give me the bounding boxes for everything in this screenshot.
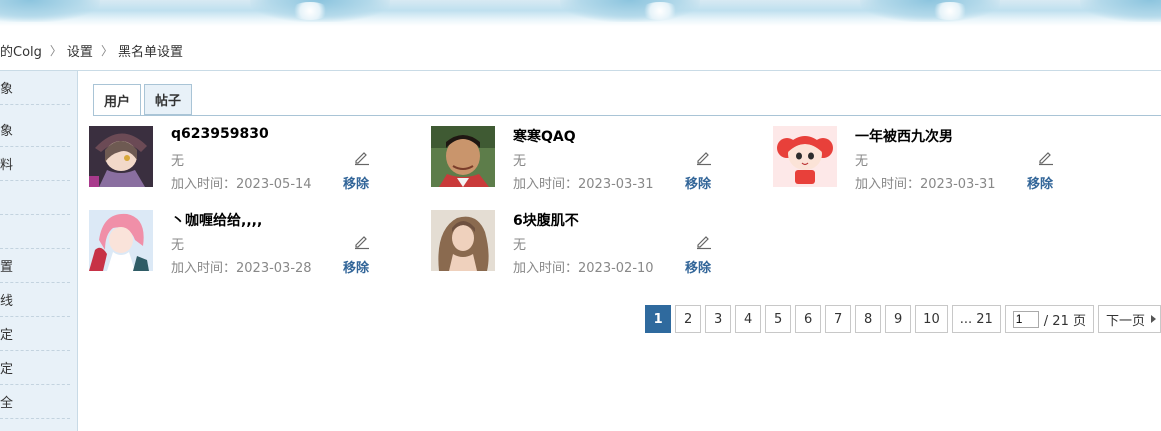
sidebar-item[interactable]: 象 — [0, 71, 70, 105]
banner-glint — [930, 2, 970, 20]
blocked-user-added-date: 加入时间：2023-03-31 — [513, 177, 654, 192]
avatar[interactable] — [431, 210, 495, 271]
blacklist-item: 寒寒QAQ 无 加入时间：2023-03-31 移除 — [431, 126, 771, 192]
blocked-user-name[interactable]: 丶咖喱给给,,,, — [171, 210, 262, 230]
page-button[interactable]: 5 — [765, 305, 792, 333]
breadcrumb-home-link[interactable]: 的Colg — [0, 41, 42, 60]
page-total: / 21 页 — [1043, 313, 1086, 329]
sidebar-item[interactable]: 定 — [0, 317, 70, 351]
sidebar-item[interactable]: 全 — [0, 385, 70, 419]
sidebar: 象 象 料 置 线 定 定 全 — [0, 71, 78, 431]
next-page-label: 下一页 — [1105, 313, 1145, 329]
blacklist-item: 丶咖喱给给,,,, 无 加入时间：2023-03-28 移除 — [89, 210, 429, 276]
header-banner — [0, 0, 1161, 26]
remove-button[interactable]: 移除 — [343, 257, 369, 276]
page-button[interactable]: 10 — [915, 305, 948, 333]
banner-wave — [0, 0, 100, 22]
sidebar-item[interactable]: 象 — [0, 113, 70, 147]
blocked-user-name[interactable]: q623959830 — [171, 126, 269, 142]
sidebar-item[interactable]: 线 — [0, 283, 70, 317]
tab-posts[interactable]: 帖子 — [144, 84, 193, 115]
breadcrumb-current: 黑名单设置 — [117, 44, 183, 60]
page-button[interactable]: 2 — [675, 305, 702, 333]
chevron-right-icon: 〉 — [100, 43, 113, 58]
chevron-right-icon: 〉 — [49, 43, 62, 58]
breadcrumb-settings-link[interactable]: 设置 — [67, 41, 93, 60]
page-button[interactable]: 3 — [705, 305, 732, 333]
main-content: 用户 帖子 q623959830 无 加入时间：2023-05-14 移除 寒寒… — [78, 71, 1161, 431]
blocked-user-name[interactable]: 一年被西九次男 — [855, 126, 953, 146]
page-button-current[interactable]: 1 — [645, 305, 672, 333]
sidebar-item-label: 置 — [0, 260, 14, 275]
blocked-user-name[interactable]: 6块腹肌不 — [513, 210, 579, 230]
blocked-user-note: 无 — [171, 238, 185, 253]
sidebar-item-label: 定 — [0, 362, 14, 377]
banner-glint — [290, 2, 330, 20]
page-button[interactable]: 9 — [885, 305, 912, 333]
edit-icon[interactable] — [353, 232, 371, 250]
avatar[interactable] — [89, 210, 153, 271]
sidebar-item[interactable] — [0, 215, 70, 249]
next-page-button[interactable]: 下一页 — [1097, 305, 1161, 333]
blocked-user-note: 无 — [513, 154, 527, 169]
remove-button[interactable]: 移除 — [685, 173, 711, 192]
blacklist-item: q623959830 无 加入时间：2023-05-14 移除 — [89, 126, 429, 192]
avatar[interactable] — [89, 126, 153, 187]
sidebar-item-label: 定 — [0, 328, 14, 343]
edit-icon[interactable] — [695, 232, 713, 250]
page-button[interactable]: 7 — [825, 305, 852, 333]
page-button[interactable]: 6 — [795, 305, 822, 333]
sidebar-item[interactable]: 定 — [0, 351, 70, 385]
breadcrumb: 的Colg 〉 设置 〉 黑名单设置 — [0, 40, 183, 60]
sidebar-item-label: 线 — [0, 294, 14, 309]
avatar[interactable] — [431, 126, 495, 187]
edit-icon[interactable] — [695, 148, 713, 166]
sidebar-item[interactable] — [0, 181, 70, 215]
remove-button[interactable]: 移除 — [343, 173, 369, 192]
tab-bar: 用户 帖子 — [93, 84, 195, 116]
blocked-user-name[interactable]: 寒寒QAQ — [513, 126, 576, 146]
blocked-user-note: 无 — [513, 238, 527, 253]
sidebar-item[interactable]: 置 — [0, 249, 70, 283]
page-jump: / 21 页 — [1004, 305, 1094, 333]
page-jump-input[interactable] — [1012, 310, 1039, 328]
blacklist-item: 一年被西九次男 无 加入时间：2023-03-31 移除 — [773, 126, 1113, 192]
page-button[interactable]: 8 — [855, 305, 882, 333]
blacklist-item: 6块腹肌不 无 加入时间：2023-02-10 移除 — [431, 210, 771, 276]
remove-button[interactable]: 移除 — [685, 257, 711, 276]
blocked-user-note: 无 — [855, 154, 869, 169]
blocked-user-added-date: 加入时间：2023-03-28 — [171, 261, 312, 276]
sidebar-item-label: 象 — [0, 124, 14, 139]
page-button[interactable]: 4 — [735, 305, 762, 333]
tab-underline — [93, 115, 1161, 116]
sidebar-item[interactable]: 料 — [0, 147, 70, 181]
caret-right-icon — [1151, 315, 1156, 323]
pagination: 1 2 3 4 5 6 7 8 9 10 ... 21 / 21 页 下一页 — [641, 305, 1161, 333]
blocked-user-added-date: 加入时间：2023-03-31 — [855, 177, 996, 192]
sidebar-item-label: 料 — [0, 158, 14, 173]
remove-button[interactable]: 移除 — [1027, 173, 1053, 192]
banner-glint — [640, 2, 680, 20]
sidebar-item-label: 全 — [0, 396, 14, 411]
tab-users[interactable]: 用户 — [93, 84, 142, 116]
avatar[interactable] — [773, 126, 837, 187]
edit-icon[interactable] — [1037, 148, 1055, 166]
page-button-last[interactable]: ... 21 — [951, 305, 1001, 333]
edit-icon[interactable] — [353, 148, 371, 166]
blocked-user-added-date: 加入时间：2023-05-14 — [171, 177, 312, 192]
banner-wave — [1080, 0, 1161, 22]
sidebar-item-label: 象 — [0, 82, 14, 97]
blocked-user-note: 无 — [171, 154, 185, 169]
blocked-user-added-date: 加入时间：2023-02-10 — [513, 261, 654, 276]
